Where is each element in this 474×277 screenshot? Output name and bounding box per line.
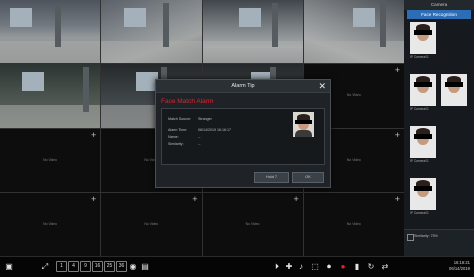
layout-button-36[interactable]: 36 <box>116 261 127 272</box>
detail-row-time: Alarm Time: 06/14/2019 16:16:17 <box>168 128 231 132</box>
detail-row-name: Name: -- <box>168 135 200 139</box>
alarm-heading: Face Match Alarm <box>161 98 214 105</box>
face-thumbnail <box>410 74 436 106</box>
layout-button-4[interactable]: 4 <box>68 261 79 272</box>
network-icon[interactable]: ⇄ <box>380 261 390 272</box>
ptz-icon[interactable]: ✚ <box>284 261 294 272</box>
snapshot-photo <box>293 112 314 137</box>
face-recognition-panel: Camera Face Recognition IP Camera01 IP Ca… <box>404 0 474 256</box>
playback-icon[interactable]: ⏵ <box>272 261 282 272</box>
detail-row-similarity: Similarity: -- <box>168 142 200 146</box>
privacy-bar <box>414 134 432 139</box>
privacy-bar <box>445 82 463 87</box>
person-body <box>295 130 312 137</box>
record-icon[interactable]: ⏺ <box>324 261 334 272</box>
face-thumbnail <box>410 126 436 158</box>
layout-custom-icon[interactable]: ▤ <box>140 261 150 272</box>
face-thumbnail <box>441 74 467 106</box>
source-label: Match Source: <box>168 117 192 121</box>
source-value: Stranger <box>198 117 212 121</box>
hold-button[interactable]: Hold 7 <box>254 172 289 183</box>
close-icon[interactable]: ✕ <box>318 81 326 91</box>
match-caption: IP Camera01 <box>410 159 429 163</box>
privacy-bar <box>414 82 432 87</box>
panel-title[interactable]: Camera <box>404 0 474 10</box>
alarm-icon[interactable]: ● <box>338 261 348 272</box>
detail-row-source: Match Source: Stranger <box>168 117 212 121</box>
audio-icon[interactable]: ♪ <box>296 261 306 272</box>
name-value: -- <box>198 135 201 139</box>
panel-footer: Similarity: 75% <box>404 229 474 256</box>
match-item[interactable]: IP Camera01 <box>408 22 470 66</box>
match-caption: IP Camera01 <box>410 55 429 59</box>
start-menu-icon[interactable]: ▣ <box>4 261 14 272</box>
privacy-bar <box>295 120 312 124</box>
layout-button-1[interactable]: 1 <box>56 261 67 272</box>
time-value: 06/14/2019 16:16:17 <box>198 128 231 132</box>
clock-date: 06/14/2019 <box>449 266 470 271</box>
layout-button-16[interactable]: 16 <box>92 261 103 272</box>
similarity-value: -- <box>198 142 201 146</box>
match-item[interactable]: IP Camera01 <box>408 126 470 170</box>
taskbar: ▣ ⤢ 1 4 9 16 25 36 ◉ ▤ ⏵ ✚ ♪ ⬚ ⏺ ● ▮ ↻ ⇄ 16:1… <box>0 256 474 277</box>
snapshot-icon[interactable]: ⬚ <box>310 261 320 272</box>
match-item[interactable]: IP Camera01 <box>408 178 470 222</box>
tab-face-recognition[interactable]: Face Recognition <box>407 10 471 19</box>
clock: 16:16:21 06/14/2019 <box>449 260 470 272</box>
privacy-bar <box>414 30 432 35</box>
face-thumbnail <box>410 178 436 210</box>
privacy-bar <box>414 186 432 191</box>
similarity-checkbox[interactable] <box>407 234 414 241</box>
face-thumbnail <box>410 22 436 54</box>
match-caption: IP Camera01 <box>410 211 429 215</box>
ok-button[interactable]: OK <box>292 172 324 183</box>
alarm-details: Match Source: Stranger Alarm Time: 06/14/2… <box>161 108 325 165</box>
alarm-tip-dialog: Alarm Tip ✕ Face Match Alarm Match Sourc… <box>155 79 331 188</box>
manual-alarm-icon[interactable]: ▮ <box>352 261 362 272</box>
match-caption: IP Camera01 <box>410 107 429 111</box>
name-label: Name: <box>168 135 179 139</box>
sequence-icon[interactable]: ◉ <box>128 261 138 272</box>
fullscreen-icon[interactable]: ⤢ <box>40 261 50 272</box>
time-label: Alarm Time: <box>168 128 188 132</box>
similarity-label: Similarity: 75% <box>414 234 438 238</box>
layout-button-9[interactable]: 9 <box>80 261 91 272</box>
layout-button-25[interactable]: 25 <box>104 261 115 272</box>
similarity-label-dlg: Similarity: <box>168 142 184 146</box>
refresh-icon[interactable]: ↻ <box>366 261 376 272</box>
dialog-title: Alarm Tip <box>156 80 330 93</box>
match-item[interactable]: IP Camera01 <box>408 74 470 118</box>
